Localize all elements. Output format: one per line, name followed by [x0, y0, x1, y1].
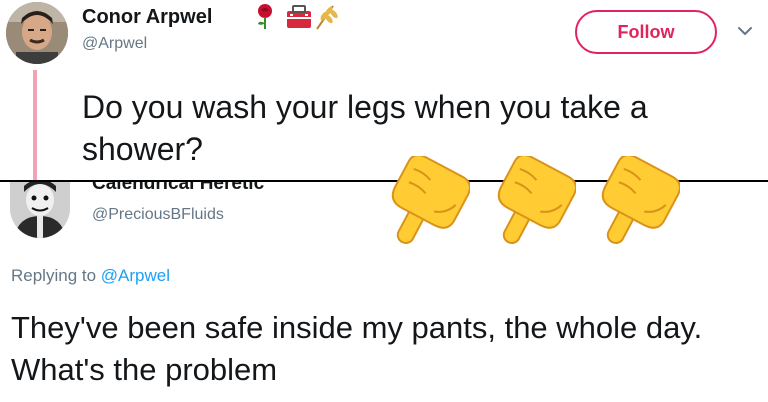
wheat-icon — [316, 5, 338, 30]
avatar-photo — [10, 182, 70, 238]
original-tweet: Conor Arpwel @Arpwel Follow Do you wash … — [0, 0, 768, 182]
tweet-text: They've been safe inside my pants, the w… — [11, 310, 703, 387]
toolbox-icon — [287, 5, 311, 28]
display-name[interactable]: Calendrical Heretic — [92, 182, 264, 195]
rose-icon — [258, 4, 272, 29]
name-emoji-group — [258, 4, 338, 30]
thread-connector-line — [33, 70, 37, 180]
replying-handle-link[interactable]: @Arpwel — [101, 266, 170, 285]
user-handle[interactable]: @Arpwel — [82, 35, 147, 53]
avatar[interactable] — [6, 2, 68, 64]
follow-button[interactable]: Follow — [575, 10, 717, 54]
replying-to-line: Replying to @Arpwel — [11, 266, 170, 286]
tweet-text: Do you wash your legs when you take a sh… — [82, 89, 648, 167]
avatar-photo — [6, 2, 68, 64]
user-handle[interactable]: @PreciousBFluids — [92, 206, 224, 224]
replying-prefix: Replying to — [11, 266, 97, 285]
avatar[interactable] — [10, 182, 70, 238]
display-name[interactable]: Conor Arpwel — [82, 6, 212, 29]
chevron-down-icon[interactable] — [737, 23, 753, 39]
reply-tweet: Calendrical Heretic @PreciousBFluids Rep… — [0, 182, 768, 402]
